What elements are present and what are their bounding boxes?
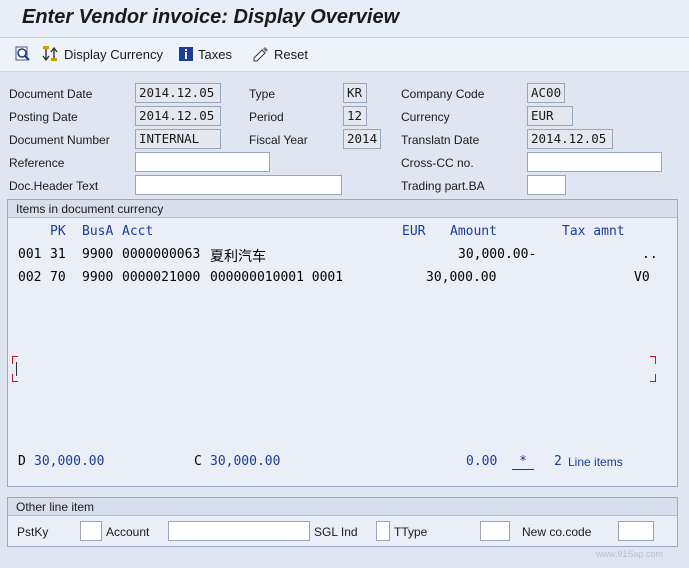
selection-corner-icon xyxy=(650,356,656,364)
watermark-text: www.91Sap.com xyxy=(596,549,664,559)
new-cocode-label: New co.code xyxy=(522,525,592,539)
title-bar: Enter Vendor invoice: Display Overview xyxy=(0,0,689,38)
reset-label: Reset xyxy=(274,46,308,62)
type-label: Type xyxy=(249,87,276,101)
row-acct[interactable]: 0000021000 xyxy=(122,270,200,285)
cross-cc-no-label: Cross-CC no. xyxy=(401,156,474,170)
document-date-field[interactable]: 2014.12.05 xyxy=(135,83,221,103)
type-field[interactable]: KR xyxy=(343,83,367,103)
sgl-ind-label: SGL Ind xyxy=(314,525,358,539)
new-cocode-input[interactable] xyxy=(618,521,654,541)
debit-total: 30,000.00 xyxy=(34,454,105,469)
document-number-field[interactable]: INTERNAL xyxy=(135,129,221,149)
reset-pencil-icon xyxy=(253,47,268,62)
line-items-label: Line items xyxy=(568,455,623,469)
row-text[interactable]: 000000010001 0001 xyxy=(210,270,343,285)
row-busa[interactable]: 9900 xyxy=(82,270,113,285)
taxes-label: Taxes xyxy=(198,46,232,62)
doc-header-text-input[interactable] xyxy=(135,175,342,195)
balance-indicator: * xyxy=(512,454,534,470)
row-tax-amnt[interactable]: .. xyxy=(642,247,658,262)
items-group: Items in document currency PK BusA Acct … xyxy=(7,199,678,487)
row-text[interactable]: 夏利汽车 xyxy=(210,246,266,266)
column-pk: PK xyxy=(50,224,66,239)
pstky-label: PstKy xyxy=(17,525,49,539)
column-currency: EUR xyxy=(402,224,426,239)
other-line-item-title: Other line item xyxy=(8,498,677,516)
reset-button[interactable]: Reset xyxy=(252,44,308,64)
row-tax-code[interactable]: V0 xyxy=(634,270,650,285)
row-acct[interactable]: 0000000063 xyxy=(122,247,200,262)
currency-arrows-icon xyxy=(42,46,58,62)
row-line-number[interactable]: 002 xyxy=(18,270,41,285)
company-code-label: Company Code xyxy=(401,87,485,101)
currency-label: Currency xyxy=(401,110,450,124)
currency-field[interactable]: EUR xyxy=(527,106,573,126)
info-icon xyxy=(179,47,193,61)
display-currency-label: Display Currency xyxy=(64,46,163,62)
text-cursor xyxy=(16,362,17,376)
inspect-button[interactable] xyxy=(14,44,32,64)
ttype-input[interactable] xyxy=(480,521,510,541)
column-amount: Amount xyxy=(450,224,497,239)
posting-date-label: Posting Date xyxy=(9,110,78,124)
selection-corner-icon xyxy=(12,374,18,382)
column-tax-amnt: Tax amnt xyxy=(562,224,625,239)
taxes-button[interactable]: Taxes xyxy=(178,44,232,64)
window-title: Enter Vendor invoice: Display Overview xyxy=(22,6,400,28)
account-input[interactable] xyxy=(168,521,310,541)
period-field[interactable]: 12 xyxy=(343,106,367,126)
company-code-field[interactable]: AC00 xyxy=(527,83,565,103)
row-pk[interactable]: 31 xyxy=(50,247,66,262)
fiscal-year-field[interactable]: 2014 xyxy=(343,129,381,149)
row-amount[interactable]: 30,000.00 xyxy=(426,270,496,285)
debit-label: D xyxy=(18,454,26,469)
sgl-ind-input[interactable] xyxy=(376,521,390,541)
translatn-date-field[interactable]: 2014.12.05 xyxy=(527,129,613,149)
reference-input[interactable] xyxy=(135,152,270,172)
translatn-date-label: Translatn Date xyxy=(401,133,480,147)
row-amount[interactable]: 30,000.00- xyxy=(458,247,536,262)
column-busa: BusA xyxy=(82,224,114,239)
doc-header-text-label: Doc.Header Text xyxy=(9,179,99,193)
line-items-count: 2 xyxy=(554,454,562,469)
ttype-label: TType xyxy=(394,525,428,539)
row-pk[interactable]: 70 xyxy=(50,270,66,285)
other-line-item-group: Other line item PstKy Account SGL Ind TT… xyxy=(7,497,678,547)
document-number-label: Document Number xyxy=(9,133,110,147)
posting-date-field[interactable]: 2014.12.05 xyxy=(135,106,221,126)
application-toolbar: Display Currency Taxes Reset xyxy=(0,38,689,72)
items-group-title: Items in document currency xyxy=(8,200,677,218)
cross-cc-no-input[interactable] xyxy=(527,152,662,172)
balance-value: 0.00 xyxy=(466,454,498,469)
period-label: Period xyxy=(249,110,284,124)
magnifier-document-icon xyxy=(15,46,30,61)
account-label: Account xyxy=(106,525,150,539)
document-date-label: Document Date xyxy=(9,87,93,101)
selection-corner-icon xyxy=(650,374,656,382)
credit-total: 30,000.00 xyxy=(210,454,281,469)
reference-label: Reference xyxy=(9,156,65,170)
column-acct: Acct xyxy=(122,224,154,239)
display-currency-button[interactable]: Display Currency xyxy=(42,44,163,64)
trading-part-ba-label: Trading part.BA xyxy=(401,179,485,193)
pstky-input[interactable] xyxy=(80,521,102,541)
row-line-number[interactable]: 001 xyxy=(18,247,41,262)
trading-part-ba-input[interactable] xyxy=(527,175,566,195)
selection-corner-icon xyxy=(12,356,18,364)
credit-label: C xyxy=(194,454,202,469)
row-busa[interactable]: 9900 xyxy=(82,247,113,262)
fiscal-year-label: Fiscal Year xyxy=(249,133,308,147)
